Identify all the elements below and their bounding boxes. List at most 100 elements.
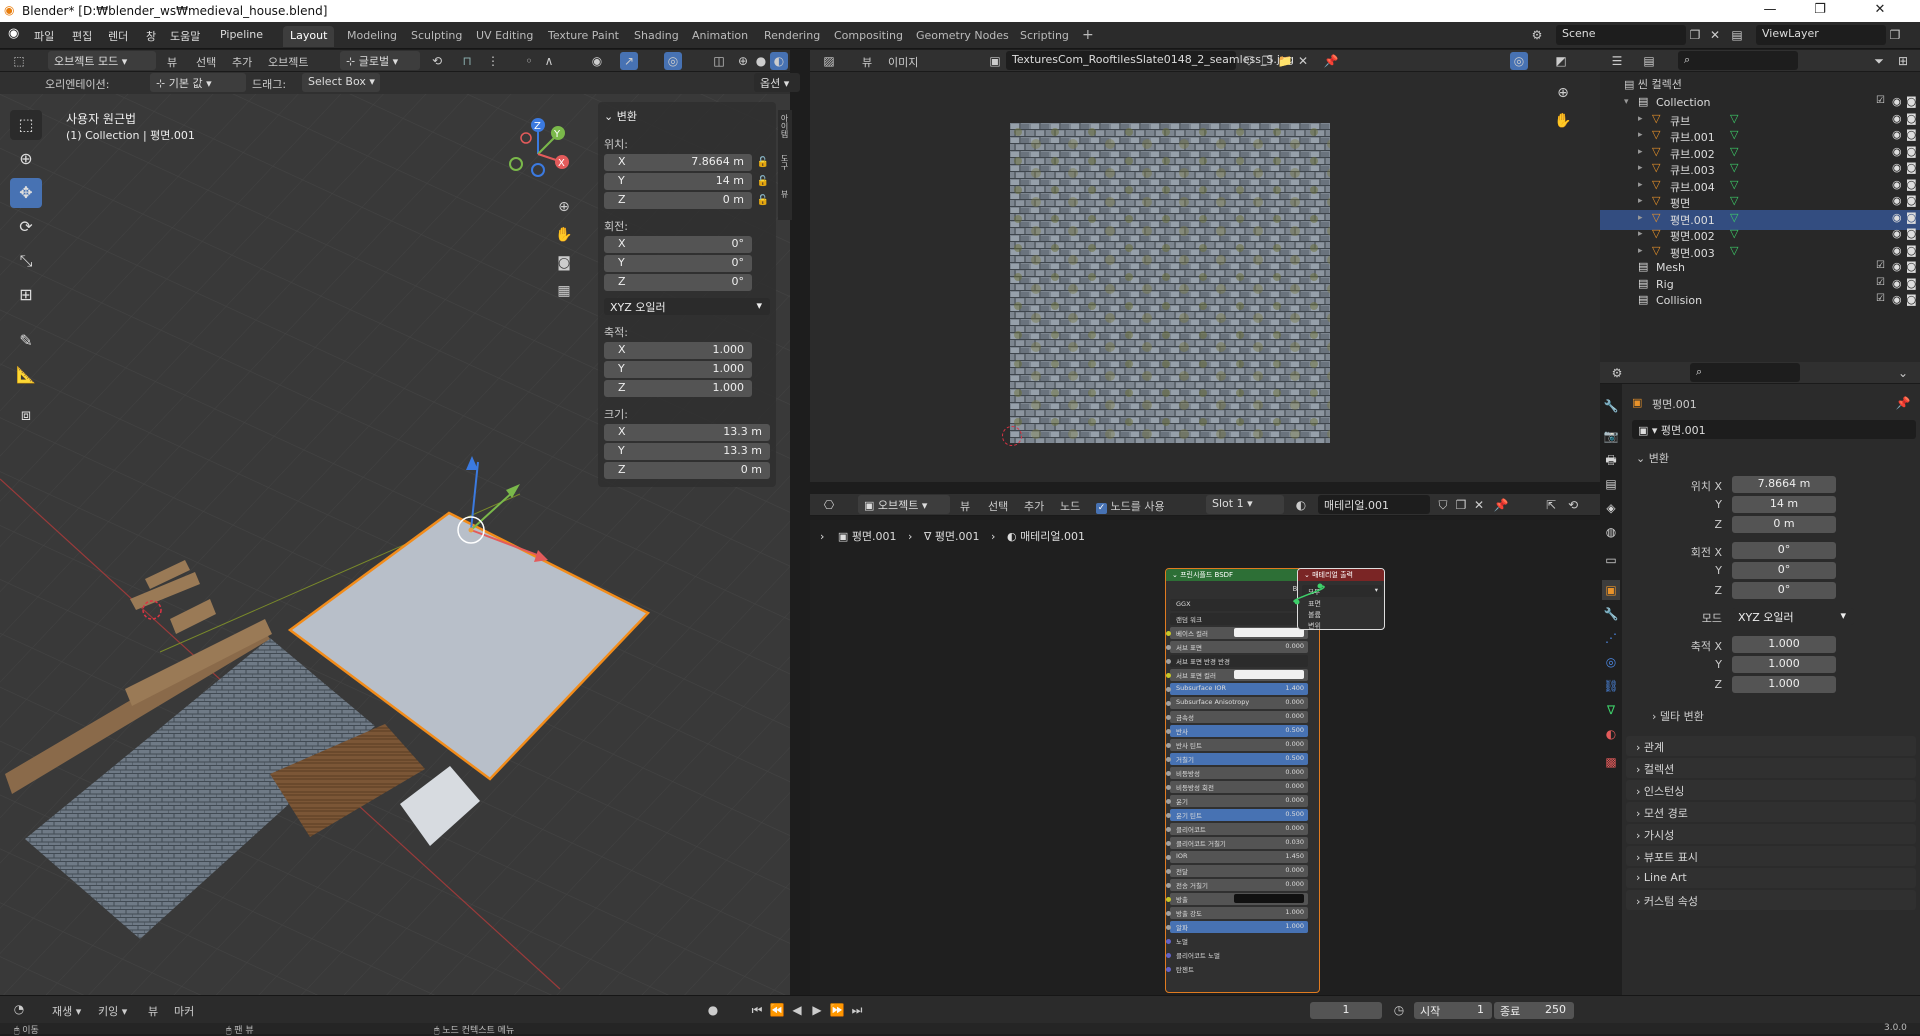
maximize-icon[interactable]: ❐ [1800, 2, 1840, 20]
bsdf-input-row[interactable]: 윤기 틴트 0.500 [1166, 809, 1308, 821]
expand-arrow-icon[interactable]: ▸ [1638, 229, 1643, 239]
outliner-type-icon[interactable]: ☰ [1608, 52, 1626, 70]
marker-menu[interactable]: 마커 [174, 1003, 194, 1019]
n-dimensions-y[interactable]: Y 13.3 m [604, 443, 770, 460]
menu-file[interactable]: 파일 [34, 28, 54, 44]
scale-tool[interactable]: ⤡ [10, 246, 42, 276]
image-menu-image[interactable]: 이미지 [888, 54, 918, 70]
falloff-icon[interactable]: ∧ [540, 52, 558, 70]
mesh-data-icon[interactable]: ▽ [1730, 244, 1738, 257]
collection-tab-icon[interactable]: ▭ [1602, 550, 1620, 570]
node-menu-select[interactable]: 선택 [988, 498, 1008, 514]
slot-selector[interactable]: Slot 1 ▾ [1206, 495, 1284, 514]
tab-modeling[interactable]: Modeling [340, 26, 404, 47]
keying-menu[interactable]: 키잉 ▾ [98, 1003, 127, 1019]
expand-arrow-icon[interactable]: ▸ [1638, 213, 1643, 223]
expand-arrow-icon[interactable]: ▸ [1638, 246, 1643, 256]
use-nodes-checkbox[interactable]: ✓ 노드를 사용 [1096, 498, 1165, 514]
texture-tab-icon[interactable]: ▩ [1602, 752, 1620, 772]
mesh-data-icon[interactable]: ▽ [1730, 211, 1738, 224]
color-swatch[interactable] [1234, 894, 1304, 903]
expand-arrow-icon[interactable]: ▾ [1624, 97, 1629, 107]
property-section-header[interactable]: › 인스턴싱 [1626, 780, 1916, 800]
exclude-checkbox-icon[interactable]: ☑ [1876, 95, 1885, 106]
tab-sculpting[interactable]: Sculpting [404, 26, 469, 47]
render-camera-icon[interactable]: ◙ [1906, 260, 1917, 273]
outliner-item[interactable]: ▤ Collision ☑ ◉ ◙ [1600, 292, 1920, 312]
socket-dot[interactable] [1166, 855, 1171, 860]
move-tool[interactable]: ✥ [10, 178, 42, 208]
view-layer-tab-icon[interactable]: ▤ [1602, 474, 1620, 494]
object-tab-icon[interactable]: ▣ [1602, 580, 1620, 600]
proportional-edit-icon[interactable]: ◦ [520, 52, 538, 70]
bsdf-input-row[interactable]: 클리어코트 0.000 [1166, 823, 1308, 835]
expand-arrow-icon[interactable]: ▸ [1638, 180, 1643, 190]
bsdf-input-row[interactable]: 알파 1.000 [1166, 921, 1308, 933]
node-pin-icon[interactable]: 📌 [1492, 496, 1510, 514]
image-name-field[interactable]: TexturesCom_RooftilesSlate0148_2_seamles… [1006, 51, 1294, 70]
bsdf-input-row[interactable]: 비등방성 0.000 [1166, 767, 1308, 779]
close-icon[interactable]: ✕ [1860, 2, 1900, 20]
socket-dot[interactable] [1166, 743, 1171, 748]
mesh-data-icon[interactable]: ▽ [1730, 161, 1738, 174]
material-tab-icon[interactable]: ◐ [1602, 724, 1620, 744]
eye-icon[interactable]: ◉ [1892, 145, 1902, 158]
measure-tool[interactable]: 📐 [10, 360, 42, 390]
bsdf-input-row[interactable]: 서브 표면 컬러 [1166, 669, 1308, 681]
blender-menu-icon[interactable]: ◉ [8, 26, 19, 41]
image-editor-area[interactable]: ⊕ ✋ [810, 72, 1600, 482]
render-camera-icon[interactable]: ◙ [1906, 128, 1917, 141]
end-frame-field[interactable]: 종료 250 [1494, 1002, 1574, 1019]
constraints-tab-icon[interactable]: ⛓ [1602, 676, 1620, 696]
eye-icon[interactable]: ◉ [1892, 244, 1902, 257]
minimize-icon[interactable]: — [1750, 2, 1790, 20]
n-dimensions-z[interactable]: Z0 m [604, 462, 770, 479]
delta-transform-header[interactable]: › 델타 변환 [1652, 708, 1704, 724]
render-camera-icon[interactable]: ◙ [1906, 277, 1917, 290]
outliner[interactable]: ▤ 씬 컬렉션 ▾ ▤ Collection ☑ ◉ ◙ ▸ ▽ 큐브 ▽ ◉ ◙ ▸ ▽ 큐브.001 ▽ ◉… [1600, 72, 1920, 362]
n-rotation-z[interactable]: Z 0° [604, 274, 752, 291]
n-tab-tool[interactable]: 도구 [779, 154, 790, 170]
solid-shading-icon[interactable]: ● [752, 52, 770, 70]
menu-edit[interactable]: 편집 [72, 28, 92, 44]
eye-icon[interactable]: ◉ [1892, 227, 1902, 240]
node-editor-area[interactable]: › ▣ 평면.001 › ∇ 평면.001 › ◐ 매테리얼.001 ⌄ 프린시… [810, 520, 1600, 995]
node-menu-add[interactable]: 추가 [1024, 498, 1044, 514]
socket-dot[interactable] [1166, 953, 1171, 958]
bsdf-input-row[interactable]: 반사 틴트 0.000 [1166, 739, 1308, 751]
eye-icon[interactable]: ◉ [1892, 161, 1902, 174]
socket-dot[interactable] [1166, 897, 1171, 902]
bsdf-input-row[interactable]: 탄젠트 [1166, 963, 1308, 975]
image-browse-icon[interactable]: ▣ [986, 52, 1004, 70]
mesh-data-icon[interactable]: ▽ [1730, 128, 1738, 141]
socket-dot[interactable] [1166, 673, 1171, 678]
snap-target-icon[interactable]: ⋮ [484, 52, 502, 70]
node-menu-node[interactable]: 노드 [1060, 498, 1080, 514]
render-tab-icon[interactable]: 📷 [1602, 426, 1620, 446]
play-reverse-icon[interactable]: ◀ [788, 1001, 806, 1019]
pivot-icon[interactable]: ⟲ [428, 52, 446, 70]
prop-rotation-z[interactable]: 0° [1732, 582, 1836, 599]
eye-icon[interactable]: ◉ [1892, 194, 1902, 207]
property-section-header[interactable]: › 뷰포트 표시 [1626, 846, 1916, 866]
mesh-data-icon[interactable]: ▽ [1730, 112, 1738, 125]
lock-location-z-icon[interactable]: 🔓 [754, 192, 772, 210]
n-tab-view[interactable]: 뷰 [779, 190, 790, 198]
socket-dot[interactable] [1166, 841, 1171, 846]
socket-dot[interactable] [1166, 939, 1171, 944]
transform-orientation-selector[interactable]: ⊹ 기본 값 ▾ [150, 73, 246, 92]
prev-keyframe-icon[interactable]: ⏪ [768, 1001, 786, 1019]
rotate-tool[interactable]: ⟳ [10, 212, 42, 242]
timeline-view-menu[interactable]: 뷰 [148, 1003, 158, 1019]
n-scale-x[interactable]: X 1.000 [604, 342, 752, 359]
play-icon[interactable]: ▶ [808, 1001, 826, 1019]
bsdf-input-row[interactable]: 윤기 0.000 [1166, 795, 1308, 807]
image-pan-icon[interactable]: ✋ [1554, 112, 1572, 130]
render-camera-icon[interactable]: ◙ [1906, 112, 1917, 125]
n-dimensions-x[interactable]: X 13.3 m [604, 424, 770, 441]
property-section-header[interactable]: › 모션 경로 [1626, 802, 1916, 822]
prop-rotation-x[interactable]: 0° [1732, 542, 1836, 559]
render-camera-icon[interactable]: ◙ [1906, 145, 1917, 158]
eye-icon[interactable]: ◉ [1892, 293, 1902, 306]
property-section-header[interactable]: › Line Art [1626, 868, 1916, 888]
